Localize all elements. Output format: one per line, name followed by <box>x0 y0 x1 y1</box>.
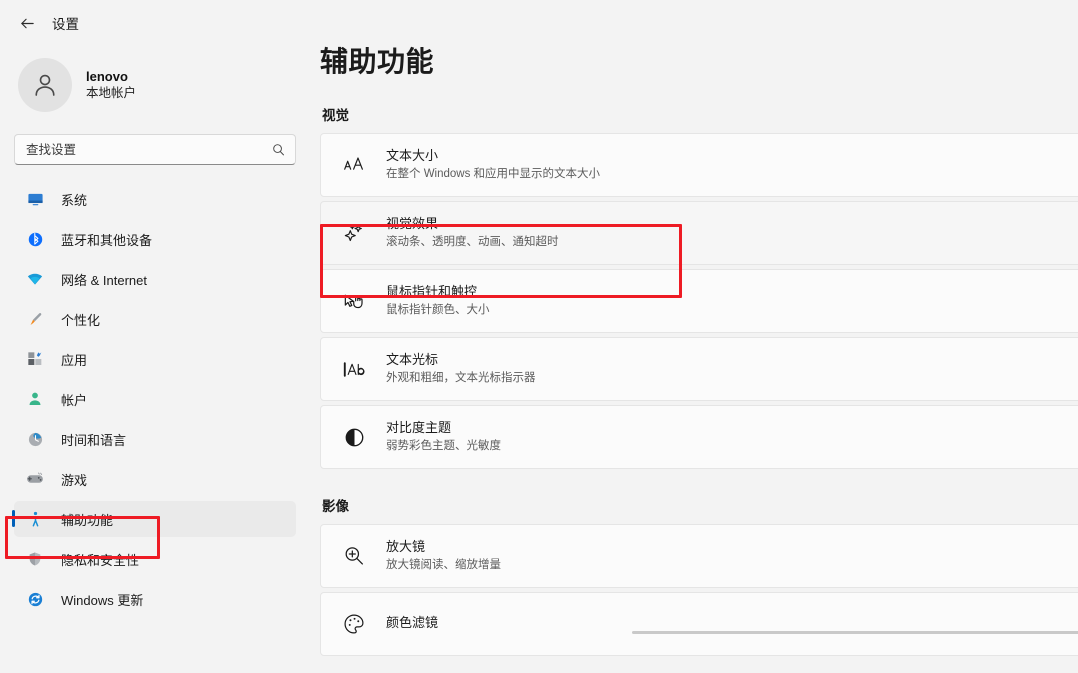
card-text-size[interactable]: 文本大小 在整个 Windows 和应用中显示的文本大小 <box>320 133 1078 197</box>
sidebar-item-bluetooth[interactable]: 蓝牙和其他设备 <box>14 221 296 257</box>
sidebar-item-system[interactable]: 系统 <box>14 181 296 217</box>
sidebar-item-label: 游戏 <box>61 472 88 488</box>
card-text-cursor[interactable]: 文本光标 外观和粗细，文本光标指示器 <box>320 337 1078 401</box>
app-title: 设置 <box>52 17 79 32</box>
card-subtitle: 滚动条、透明度、动画、通知超时 <box>386 235 559 248</box>
sidebar-item-gaming[interactable]: 游戏 <box>14 461 296 497</box>
main-content: 辅助功能 视觉 文本大小 在整个 Windows 和应用中显示的文本大小 视觉效… <box>310 0 1078 673</box>
account-card[interactable]: lenovo 本地帐户 <box>18 58 310 112</box>
card-subtitle: 弱势彩色主题、光敏度 <box>386 439 501 452</box>
text-cursor-icon <box>339 354 369 384</box>
sidebar: 设置 lenovo 本地帐户 查找设置 系统 蓝牙和其他设备 网络 & Inte… <box>0 0 310 673</box>
sidebar-item-label: 隐私和安全性 <box>61 552 140 568</box>
sidebar-item-privacy-security[interactable]: 隐私和安全性 <box>14 541 296 577</box>
contrast-icon <box>339 422 369 452</box>
title-bar: 设置 <box>0 0 310 46</box>
gamepad-icon <box>26 470 44 488</box>
card-list-vision: 文本大小 在整个 Windows 和应用中显示的文本大小 视觉效果 滚动条、透明… <box>320 133 1078 469</box>
update-refresh-icon <box>26 590 44 608</box>
card-title: 文本光标 <box>386 352 439 368</box>
magnifier-icon <box>339 541 369 571</box>
account-name: lenovo <box>86 68 128 84</box>
sidebar-item-label: 帐户 <box>61 392 88 408</box>
sidebar-item-network[interactable]: 网络 & Internet <box>14 261 296 297</box>
sidebar-item-time-language[interactable]: 时间和语言 <box>14 421 296 457</box>
sidebar-item-label: 辅助功能 <box>61 512 114 528</box>
sidebar-item-label: 系统 <box>61 192 88 208</box>
back-arrow-icon[interactable] <box>12 8 42 38</box>
search-icon[interactable] <box>271 142 286 157</box>
paintbrush-icon <box>26 310 44 328</box>
search-container <box>14 134 296 165</box>
sidebar-item-label: 网络 & Internet <box>61 272 147 288</box>
card-visual-effects[interactable]: 视觉效果 滚动条、透明度、动画、通知超时 <box>320 201 1078 265</box>
card-list-imaging: 放大镜 放大镜阅读、缩放增量 颜色滤镜 <box>320 524 1078 656</box>
settings-window: 设置 lenovo 本地帐户 查找设置 系统 蓝牙和其他设备 网络 & Inte… <box>0 0 1078 673</box>
avatar <box>18 58 72 112</box>
search-input[interactable] <box>26 142 271 157</box>
card-title: 文本大小 <box>386 148 439 164</box>
page-title: 辅助功能 <box>320 46 435 77</box>
clock-globe-icon <box>26 430 44 448</box>
sidebar-item-personalization[interactable]: 个性化 <box>14 301 296 337</box>
card-subtitle: 在整个 Windows 和应用中显示的文本大小 <box>386 167 601 180</box>
section-heading-vision-aids: 影像 <box>322 499 349 514</box>
card-contrast-themes[interactable]: 对比度主题 弱势彩色主题、光敏度 <box>320 405 1078 469</box>
card-mouse-pointer-touch[interactable]: 鼠标指针和触控 鼠标指针颜色、大小 <box>320 269 1078 333</box>
section-heading-vision: 视觉 <box>322 108 349 123</box>
sidebar-item-label: 应用 <box>61 352 88 368</box>
card-title: 鼠标指针和触控 <box>386 284 478 300</box>
wifi-icon <box>26 270 44 288</box>
sidebar-item-accounts[interactable]: 帐户 <box>14 381 296 417</box>
card-title: 视觉效果 <box>386 216 439 232</box>
sidebar-item-label: Windows 更新 <box>61 592 144 608</box>
card-title: 放大镜 <box>386 539 426 555</box>
bluetooth-icon <box>26 230 44 248</box>
mouse-pointer-icon <box>339 286 369 316</box>
card-subtitle: 鼠标指针颜色、大小 <box>386 303 490 316</box>
card-title: 颜色滤镜 <box>386 614 439 630</box>
sidebar-item-label: 蓝牙和其他设备 <box>61 232 153 248</box>
account-type: 本地帐户 <box>86 86 137 101</box>
search-box[interactable] <box>14 134 296 165</box>
monitor-icon <box>26 190 44 208</box>
shield-icon <box>26 550 44 568</box>
card-magnifier[interactable]: 放大镜 放大镜阅读、缩放增量 <box>320 524 1078 588</box>
card-subtitle: 外观和粗细，文本光标指示器 <box>386 371 536 384</box>
color-palette-icon <box>339 609 369 639</box>
sidebar-nav: 系统 蓝牙和其他设备 网络 & Internet 个性化 应用 帐户 时间和语言… <box>0 181 310 617</box>
sparkles-icon <box>339 218 369 248</box>
account-person-icon <box>26 390 44 408</box>
text-size-icon <box>339 150 369 180</box>
accessibility-icon <box>26 510 44 528</box>
apps-grid-icon <box>26 350 44 368</box>
sidebar-item-windows-update[interactable]: Windows 更新 <box>14 581 296 617</box>
sidebar-item-apps[interactable]: 应用 <box>14 341 296 377</box>
card-title: 对比度主题 <box>386 420 452 436</box>
card-color-filters[interactable]: 颜色滤镜 <box>320 592 1078 656</box>
sidebar-item-label: 个性化 <box>61 312 101 328</box>
sidebar-item-accessibility[interactable]: 辅助功能 <box>12 501 296 537</box>
horizontal-scrollbar[interactable] <box>632 631 1078 634</box>
sidebar-item-label: 时间和语言 <box>61 432 127 448</box>
card-subtitle: 放大镜阅读、缩放增量 <box>386 558 501 571</box>
